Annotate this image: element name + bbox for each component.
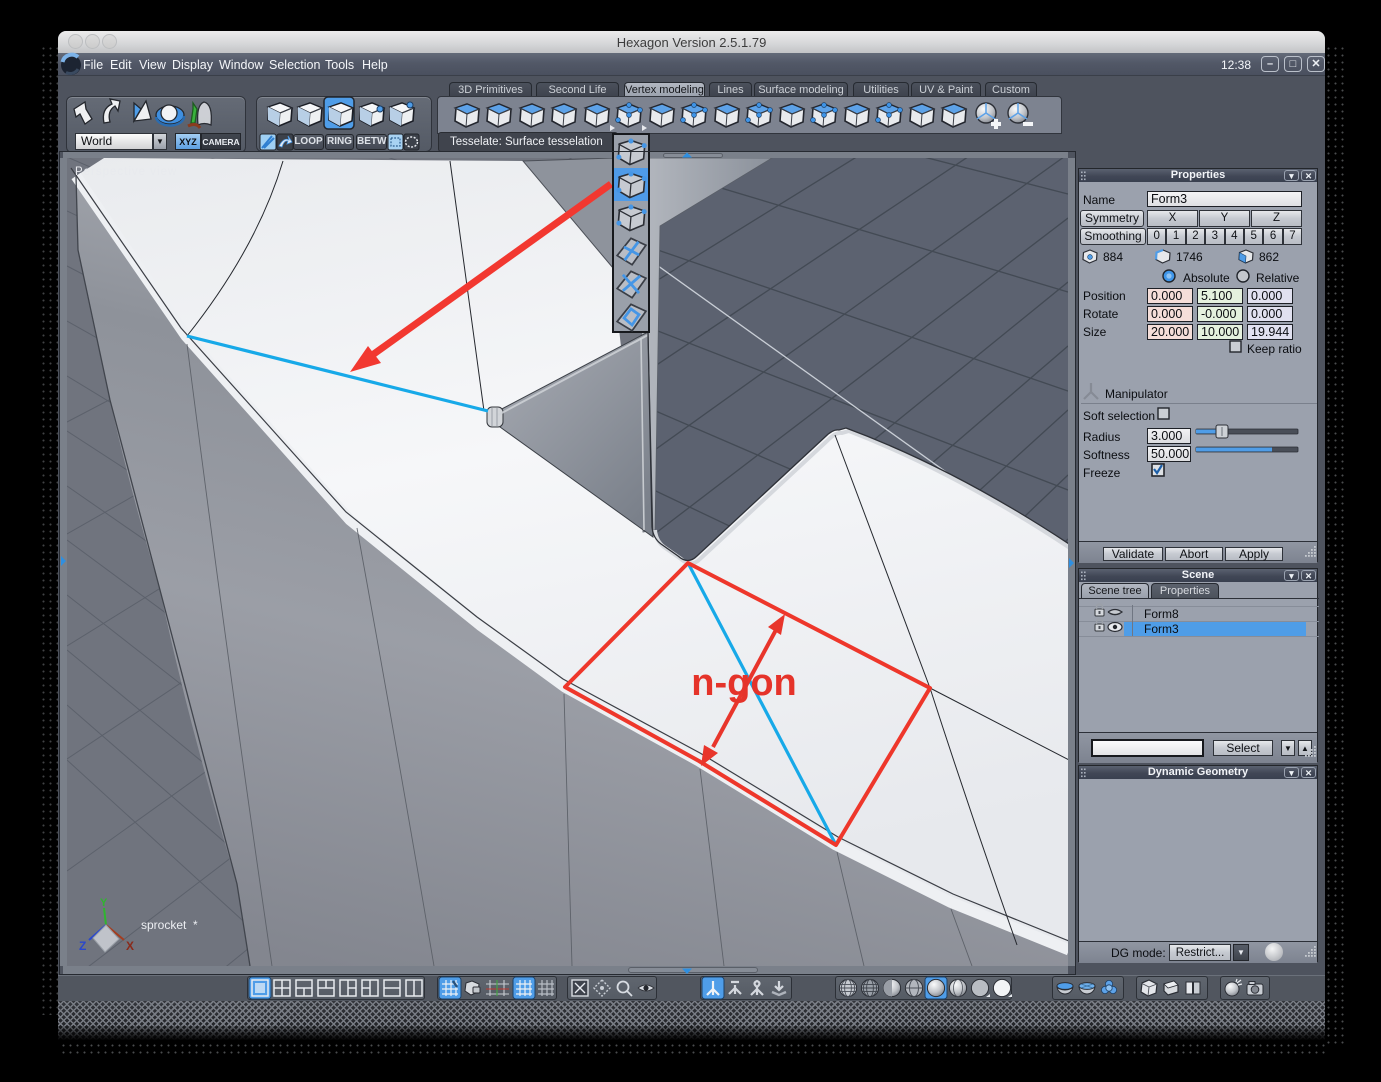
svg-text:Z: Z bbox=[79, 939, 86, 953]
svg-text:sprocket *: sprocket * bbox=[141, 918, 198, 932]
svg-text:Y: Y bbox=[100, 897, 108, 909]
svg-text:Perspective view: Perspective view bbox=[75, 166, 177, 178]
svg-text:X: X bbox=[126, 939, 134, 953]
svg-text:n-gon: n-gon bbox=[691, 662, 797, 704]
